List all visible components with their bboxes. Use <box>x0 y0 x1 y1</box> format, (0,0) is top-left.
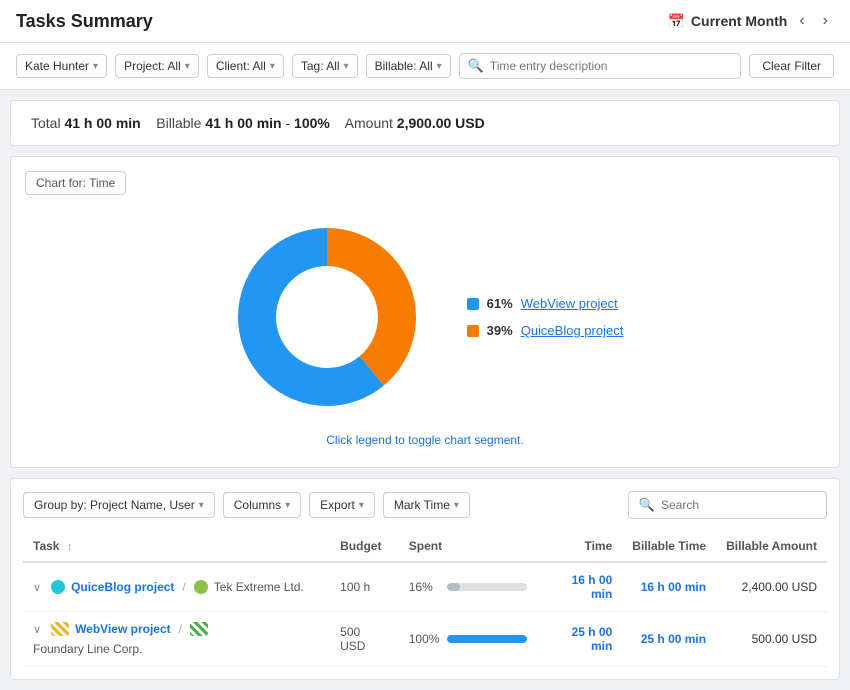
time-cell: 16 h 00 min <box>537 562 622 612</box>
chevron-down-icon: ▾ <box>185 61 190 72</box>
table-row: ∨ WebView project / Foundary Line Corp. … <box>23 612 827 667</box>
chart-section: Chart for: Time 61% 39% 61% WebView proj… <box>10 156 840 468</box>
billable-value: 41 h 00 min <box>205 115 281 131</box>
table-search-box: 🔍 <box>628 491 827 519</box>
chevron-down-icon: ▾ <box>454 500 459 511</box>
task-cell: ∨ WebView project / Foundary Line Corp. <box>23 612 330 667</box>
user-filter[interactable]: Kate Hunter ▾ <box>16 54 107 78</box>
billable-amount-cell: 500.00 USD <box>716 612 827 667</box>
search-box: 🔍 <box>459 53 742 79</box>
spent-cell: 100% <box>399 612 538 667</box>
progress-bar-bg <box>447 635 527 643</box>
next-month-button[interactable]: › <box>817 10 834 32</box>
group-by-button[interactable]: Group by: Project Name, User ▾ <box>23 492 215 518</box>
export-button[interactable]: Export ▾ <box>309 492 375 518</box>
progress-bar-fill <box>447 583 460 591</box>
billable-filter[interactable]: Billable: All ▾ <box>366 54 451 78</box>
legend-color-webview <box>467 298 479 310</box>
col-task: Task ↕ <box>23 531 330 562</box>
project-filter[interactable]: Project: All ▾ <box>115 54 199 78</box>
page-header: Tasks Summary 📅 Current Month ‹ › <box>0 0 850 43</box>
legend-pct-quiceblog: 39% <box>487 323 513 338</box>
client-dot <box>194 580 208 594</box>
search-input[interactable] <box>490 59 732 73</box>
billable-amount-cell: 2,400.00 USD <box>716 562 827 612</box>
chart-legend: 61% WebView project 39% QuiceBlog projec… <box>467 296 624 338</box>
progress-bar-fill <box>447 635 527 643</box>
chart-for-button[interactable]: Chart for: Time <box>25 171 126 195</box>
mark-time-button[interactable]: Mark Time ▾ <box>383 492 470 518</box>
project-dot <box>51 580 65 594</box>
legend-color-quiceblog <box>467 325 479 337</box>
summary-bar: Total 41 h 00 min Billable 41 h 00 min -… <box>10 100 840 146</box>
chart-hint: Click legend to toggle chart segment. <box>25 427 825 453</box>
spent-cell: 16% <box>399 562 538 612</box>
col-billable-time: Billable Time <box>622 531 716 562</box>
billable-time-cell: 16 h 00 min <box>622 562 716 612</box>
donut-label-quiceblog: 39% <box>288 297 314 312</box>
chevron-down-icon: ▾ <box>359 500 364 511</box>
billable-pct: 100% <box>294 115 330 131</box>
col-time: Time <box>537 531 622 562</box>
col-budget: Budget <box>330 531 399 562</box>
tasks-table: Task ↕ Budget Spent Time Billable Time B… <box>23 531 827 667</box>
page-title: Tasks Summary <box>16 11 153 32</box>
chevron-down-icon: ▾ <box>199 500 204 511</box>
project-dot <box>51 622 69 636</box>
project-name[interactable]: WebView project <box>75 622 171 636</box>
tag-filter[interactable]: Tag: All ▾ <box>292 54 358 78</box>
time-cell: 25 h 00 min <box>537 612 622 667</box>
chevron-down-icon: ▾ <box>437 61 442 72</box>
chevron-down-icon: ▾ <box>93 61 98 72</box>
progress-bar-bg <box>447 583 527 591</box>
task-cell: ∨ QuiceBlog project / Tek Extreme Ltd. <box>23 562 330 612</box>
chevron-down-icon: ▾ <box>285 500 290 511</box>
row-expand-icon[interactable]: ∨ <box>33 623 41 636</box>
donut-hole <box>277 267 377 367</box>
current-month-label: Current Month <box>691 13 787 29</box>
amount-label: Amount <box>345 115 393 131</box>
billable-time-cell: 25 h 00 min <box>622 612 716 667</box>
search-icon: 🔍 <box>639 497 655 513</box>
table-row: ∨ QuiceBlog project / Tek Extreme Ltd. 1… <box>23 562 827 612</box>
total-value: 41 h 00 min <box>64 115 140 131</box>
row-expand-icon[interactable]: ∨ <box>33 581 41 594</box>
billable-label: Billable <box>156 115 201 131</box>
donut-label-webview: 61% <box>333 312 362 328</box>
legend-item-quiceblog[interactable]: 39% QuiceBlog project <box>467 323 624 338</box>
search-icon: 🔍 <box>468 58 484 74</box>
columns-button[interactable]: Columns ▾ <box>223 492 301 518</box>
client-filter[interactable]: Client: All ▾ <box>207 54 284 78</box>
table-search-input[interactable] <box>661 498 816 512</box>
chart-container: 61% 39% 61% WebView project 39% QuiceBlo… <box>25 207 825 427</box>
table-header-row: Task ↕ Budget Spent Time Billable Time B… <box>23 531 827 562</box>
col-spent: Spent <box>399 531 538 562</box>
table-section: Group by: Project Name, User ▾ Columns ▾… <box>10 478 840 680</box>
legend-pct-webview: 61% <box>487 296 513 311</box>
filter-bar: Kate Hunter ▾ Project: All ▾ Client: All… <box>0 43 850 90</box>
sort-icon: ↕ <box>67 541 73 553</box>
calendar-icon: 📅 <box>667 13 684 30</box>
prev-month-button[interactable]: ‹ <box>793 10 810 32</box>
budget-cell: 500 USD <box>330 612 399 667</box>
chevron-down-icon: ▾ <box>344 61 349 72</box>
legend-label-webview[interactable]: WebView project <box>521 296 618 311</box>
table-toolbar: Group by: Project Name, User ▾ Columns ▾… <box>23 491 827 519</box>
billable-dash: - <box>285 115 294 131</box>
col-billable-amount: Billable Amount <box>716 531 827 562</box>
amount-value: 2,900.00 USD <box>397 115 485 131</box>
client-dot <box>190 622 208 636</box>
clear-filter-button[interactable]: Clear Filter <box>749 54 834 78</box>
donut-svg: 61% 39% <box>227 217 427 417</box>
donut-chart: 61% 39% <box>227 217 427 417</box>
header-right: 📅 Current Month ‹ › <box>667 10 834 32</box>
chevron-down-icon: ▾ <box>270 61 275 72</box>
legend-label-quiceblog[interactable]: QuiceBlog project <box>521 323 624 338</box>
client-name: Tek Extreme Ltd. <box>214 580 304 594</box>
client-name: Foundary Line Corp. <box>33 642 142 656</box>
budget-cell: 100 h <box>330 562 399 612</box>
project-name[interactable]: QuiceBlog project <box>71 580 174 594</box>
legend-item-webview[interactable]: 61% WebView project <box>467 296 624 311</box>
total-label: Total <box>31 115 61 131</box>
